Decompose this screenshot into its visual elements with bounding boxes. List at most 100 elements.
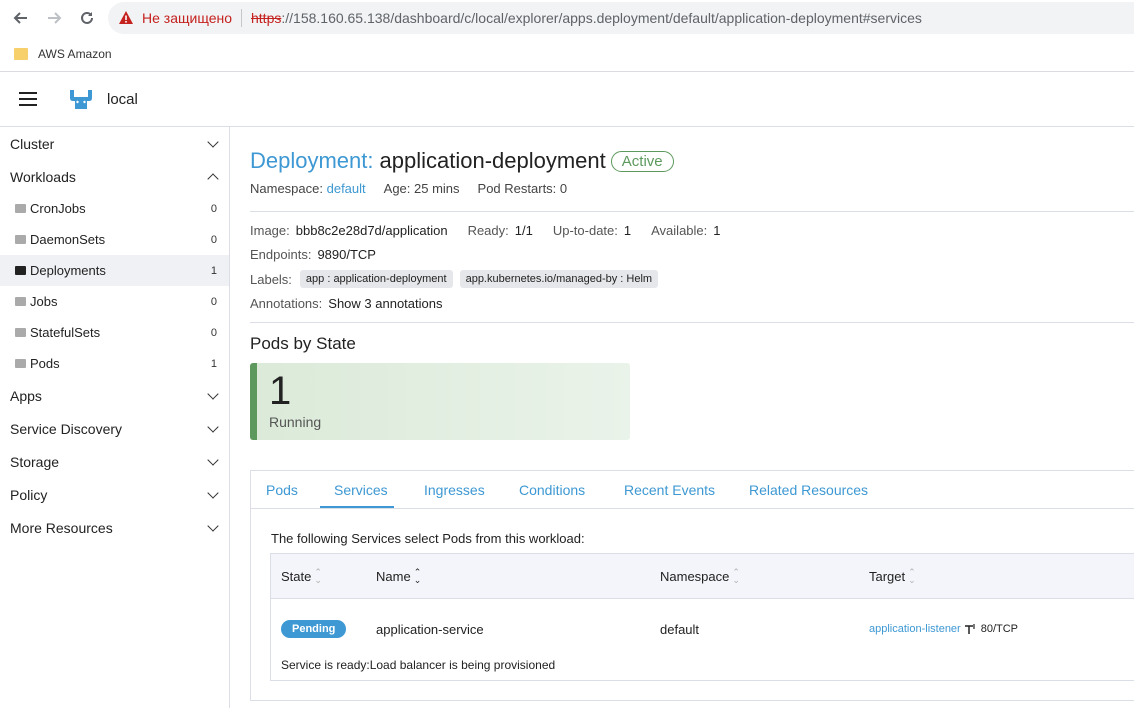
cluster-logo-icon [70,90,92,109]
bookmark-folder-icon [14,47,28,60]
item-label: CronJobs [30,201,86,216]
group-label: Apps [10,387,42,404]
header-state[interactable]: State ⌃ ⌄ [281,568,322,585]
item-count: 0 [210,202,217,215]
item-count: 0 [210,295,217,308]
chevron-up-icon [207,173,219,185]
target-link[interactable]: application-listener [869,623,961,635]
group-label: Storage [10,453,60,470]
header-label: Target [869,568,906,584]
pod-state-count: 1 [269,369,292,413]
main-content: Deployment: application-deployment Activ… [231,127,1134,708]
annotations-row: Annotations: Show 3 annotations [250,296,462,311]
endpoint-link[interactable]: 9890/TCP [317,247,376,262]
tab-conditions[interactable]: Conditions [519,482,585,498]
sidebar-group-workloads[interactable]: Workloads [0,160,229,193]
image-row: Image: bbb8c2e28d7d/application Ready: 1/1… [250,223,741,238]
sidebar-group-policy[interactable]: Policy [0,478,229,511]
browser-toolbar: Не защищено https://158.160.65.138/dashb… [0,0,1134,36]
services-description: The following Services select Pods from … [271,531,585,546]
header-namespace[interactable]: Namespace ⌃ ⌄ [660,567,740,585]
group-label: Policy [10,486,48,503]
cluster-name[interactable]: local [107,91,138,108]
service-name-link[interactable]: application-service [376,622,484,637]
tab-bar: Pods Services Ingresses Conditions Recen… [251,471,1134,509]
group-label: More Resources [10,519,113,536]
namespace-link[interactable]: default [327,181,366,196]
sidebar-group-apps[interactable]: Apps [0,379,229,412]
annotations-label: Annotations: [250,296,323,311]
folder-icon [15,204,26,213]
pod-state-card[interactable]: 1 Running [250,363,630,440]
tab-pods[interactable]: Pods [266,482,298,498]
available-value: 1 [713,223,721,238]
label-tag: app : application-deployment [299,270,453,288]
state-badge: Pending [281,620,347,638]
item-count: 0 [210,326,217,339]
header-target[interactable]: Target ⌃ ⌄ [869,568,916,585]
item-count: 1 [210,357,217,370]
chevron-down-icon [207,388,219,400]
reload-icon[interactable] [75,6,99,30]
pods-by-state-title: Pods by State [250,334,356,353]
sort-icon: ⌃ ⌄ [413,567,422,585]
service-target: application-listener 80/TCP [869,623,1018,635]
item-label: Pods [30,356,60,371]
labels-row: Labels: app : application-deployment app… [250,270,659,288]
bookmark-aws[interactable]: AWS Amazon [38,47,112,61]
forward-icon[interactable] [42,6,66,30]
active-tab-indicator [320,506,394,508]
sidebar-group-cluster[interactable]: Cluster [0,127,229,160]
endpoints-row: Endpoints: 9890/TCP [250,247,396,262]
sidebar-item-cronjobs[interactable]: CronJobs 0 [0,193,229,224]
folder-icon [15,359,26,368]
sidebar-item-daemonsets[interactable]: DaemonSets 0 [0,224,229,255]
sidebar: Cluster Workloads CronJobs 0 DaemonSets 0 … [0,127,230,708]
chevron-down-icon [207,487,219,499]
sidebar-item-deployments[interactable]: Deployments 1 [0,255,229,286]
pod-state-label: Running [269,414,322,430]
address-bar[interactable]: Не защищено https://158.160.65.138/dashb… [108,2,1134,34]
sidebar-item-jobs[interactable]: Jobs 0 [0,286,229,317]
labels-label: Labels: [250,271,292,287]
header-label: Namespace [660,568,730,584]
chevron-down-icon [207,136,219,148]
port-icon [964,624,975,634]
divider [250,322,1134,323]
item-count: 0 [210,233,217,246]
tab-related-resources[interactable]: Related Resources [749,482,868,498]
image-label: Image: [250,223,290,238]
sidebar-group-storage[interactable]: Storage [0,445,229,478]
sidebar-item-pods[interactable]: Pods 1 [0,348,229,379]
warning-icon [119,11,133,24]
insecure-label: Не защищено [142,10,232,26]
age-meta: Age: 25 mins [383,181,460,196]
sidebar-group-more-resources[interactable]: More Resources [0,511,229,544]
item-label: Deployments [30,263,106,278]
chevron-down-icon [207,421,219,433]
tab-recent-events[interactable]: Recent Events [624,482,715,498]
chevron-down-icon [207,454,219,466]
group-label: Cluster [10,135,55,152]
sidebar-group-service-discovery[interactable]: Service Discovery [0,412,229,445]
namespace-label: Namespace: [250,181,323,196]
sort-icon: ⌃ ⌄ [732,567,740,585]
item-count: 1 [210,264,217,277]
tab-services[interactable]: Services [334,482,388,498]
item-label: Jobs [30,294,58,309]
ready-value: 1/1 [514,223,533,238]
page-title: Deployment: application-deployment Activ… [250,148,674,174]
header-name[interactable]: Name ⌃ ⌄ [376,567,422,585]
url-scheme: https [251,10,282,26]
folder-icon [15,297,26,306]
resource-type-link[interactable]: Deployment: [250,148,374,174]
sidebar-item-statefulsets[interactable]: StatefulSets 0 [0,317,229,348]
folder-icon [15,235,26,244]
show-annotations-link[interactable]: Show 3 annotations [328,296,442,311]
chevron-down-icon [207,520,219,532]
tab-ingresses[interactable]: Ingresses [424,482,485,498]
menu-icon[interactable] [19,92,37,106]
image-value: bbb8c2e28d7d/application [295,223,448,238]
bookmarks-bar: AWS Amazon [0,36,1134,72]
back-icon[interactable] [9,6,33,30]
